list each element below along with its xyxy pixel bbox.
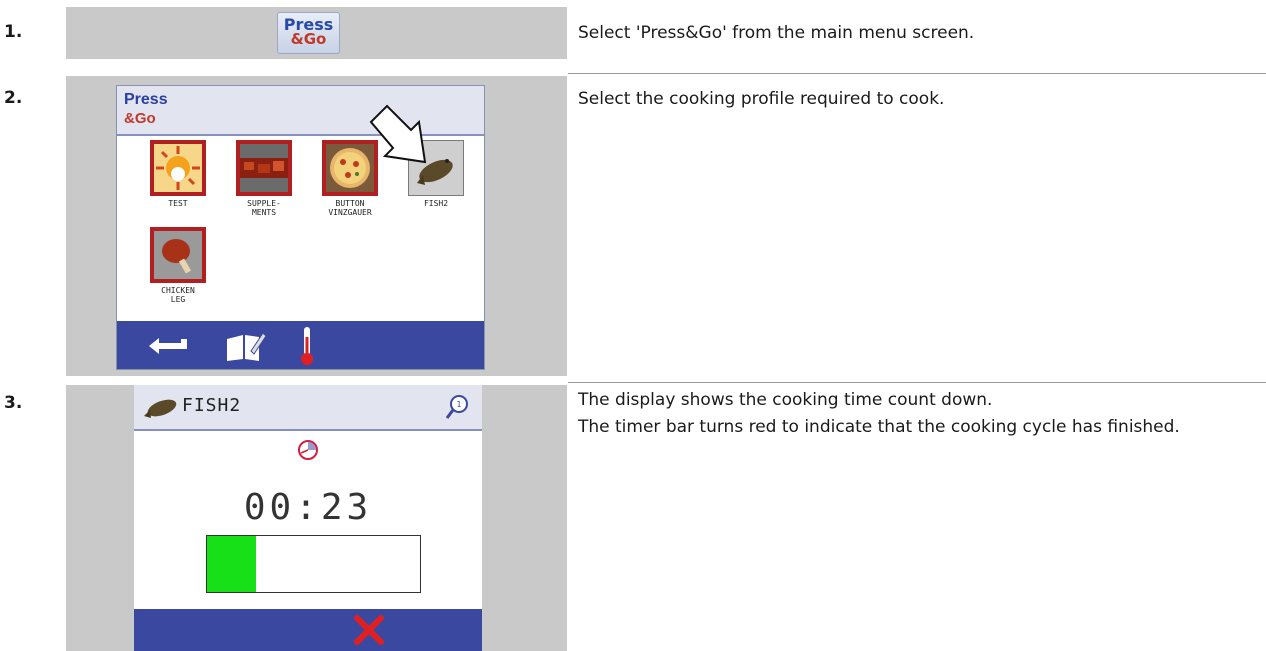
profile-tile-test[interactable] [150,140,206,196]
step-number: 3. [4,393,23,413]
step-1-image: Press &Go [66,7,567,59]
step-number: 2. [4,88,23,108]
clock-icon [298,440,318,460]
step-3-image: FISH2 1 00:23 [66,385,567,651]
svg-text:1: 1 [456,400,461,409]
profile-label: SUPPLE- MENTS [247,199,281,217]
profile-title: FISH2 [182,395,242,416]
divider [568,73,1266,74]
logo-press-text: Press [124,91,168,108]
step-3-row: 3. FISH2 1 00:23 The display shows the c… [0,385,1266,651]
description-line: The display shows the cooking time count… [578,390,993,410]
fish-icon [144,399,177,418]
selection-arrow-icon [369,104,427,164]
press-go-menu-screen: Press &Go TEST SUPPLE- MENTS BUTTON VINZ… [116,85,485,370]
step-2-image: Press &Go TEST SUPPLE- MENTS BUTTON VINZ… [66,76,567,376]
step-description: The display shows the cooking time count… [578,387,1266,441]
press-and-go-button[interactable]: Press &Go [277,12,340,54]
step-number: 1. [4,22,23,42]
logo-go-text: &Go [290,30,327,48]
profile-label: TEST [168,199,188,208]
profile-label: FISH2 [423,199,449,208]
progress-bar-fill [207,536,256,592]
step-description: Select 'Press&Go' from the main menu scr… [578,23,975,43]
screen-footer [134,609,482,651]
book-edit-icon[interactable] [223,329,267,363]
cooking-timer-screen: FISH2 1 00:23 [134,385,482,651]
sun-chef-icon [154,144,202,192]
step-2-row: 2. Press &Go TEST SUPPLE- MENTS BUTTON V… [0,76,1266,376]
thermometer-icon[interactable] [297,325,317,367]
supplements-icon [240,144,288,192]
countdown-timer: 00:23 [243,487,373,528]
profile-label: CHICKEN LEG [161,286,195,304]
profile-tile-chicken-leg[interactable] [150,227,206,283]
screen-footer [117,321,484,369]
screen-header: FISH2 1 [134,385,482,431]
progress-bar [206,535,421,593]
profile-label: BUTTON VINZGAUER [328,199,372,217]
cancel-icon[interactable] [354,615,384,645]
description-line: The timer bar turns red to indicate that… [578,417,1180,437]
profile-tile-supplements[interactable] [236,140,292,196]
chicken-leg-icon [154,231,202,279]
zoom-icon[interactable]: 1 [444,393,470,421]
back-arrow-icon[interactable] [147,335,191,357]
step-1-row: 1. Press &Go Select 'Press&Go' from the … [0,0,1266,72]
step-description: Select the cooking profile required to c… [578,89,945,109]
logo-go-text: &Go [124,110,156,127]
divider [568,382,1266,383]
